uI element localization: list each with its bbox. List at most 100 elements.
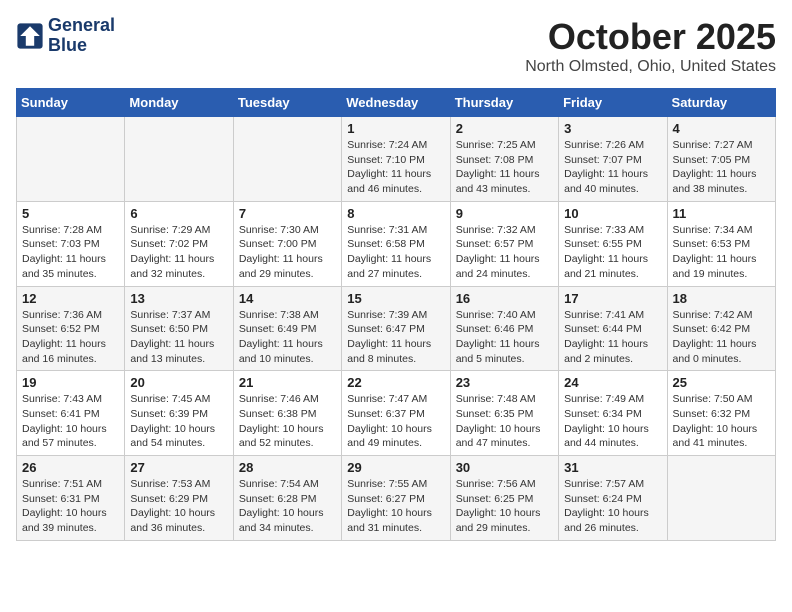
day-info: Sunrise: 7:28 AMSunset: 7:03 PMDaylight:… (22, 223, 119, 282)
day-info: Sunrise: 7:49 AMSunset: 6:34 PMDaylight:… (564, 392, 661, 451)
logo-icon (16, 22, 44, 50)
day-number: 31 (564, 460, 661, 475)
day-number: 11 (673, 206, 770, 221)
calendar-cell-5-7 (667, 456, 775, 541)
calendar-cell-3-2: 13 Sunrise: 7:37 AMSunset: 6:50 PMDayligh… (125, 286, 233, 371)
day-info: Sunrise: 7:42 AMSunset: 6:42 PMDaylight:… (673, 308, 770, 367)
day-info: Sunrise: 7:48 AMSunset: 6:35 PMDaylight:… (456, 392, 553, 451)
calendar-week-3: 12Sunrise: 7:36 AMSunset: 6:52 PMDayligh… (17, 286, 776, 371)
weekday-header-friday: Friday (559, 89, 667, 117)
weekday-header-row: SundayMondayTuesdayWednesdayThursdayFrid… (17, 89, 776, 117)
day-info: Sunrise: 7:46 AMSunset: 6:38 PMDaylight:… (239, 392, 336, 451)
day-info: Sunrise: 7:39 AMSunset: 6:47 PMDaylight:… (347, 308, 444, 367)
day-info: Sunrise: 7:33 AMSunset: 6:55 PMDaylight:… (564, 223, 661, 282)
day-number: 22 (347, 375, 444, 390)
day-info: Sunrise: 7:43 AMSunset: 6:41 PMDaylight:… (22, 392, 119, 451)
day-number: 6 (130, 206, 227, 221)
day-info: Sunrise: 7:53 AMSunset: 6:29 PMDaylight:… (130, 477, 227, 536)
day-info: Sunrise: 7:54 AMSunset: 6:28 PMDaylight:… (239, 477, 336, 536)
day-info: Sunrise: 7:26 AMSunset: 7:07 PMDaylight:… (564, 138, 661, 197)
calendar-cell-1-7: 4Sunrise: 7:27 AMSunset: 7:05 PMDaylight… (667, 117, 775, 202)
calendar-cell-3-7: 18 Sunrise: 7:42 AMSunset: 6:42 PMDayligh… (667, 286, 775, 371)
day-number: 28 (239, 460, 336, 475)
day-number: 19 (22, 375, 119, 390)
calendar-cell-5-6: 31 Sunrise: 7:57 AMSunset: 6:24 PMDayligh… (559, 456, 667, 541)
day-number: 23 (456, 375, 553, 390)
calendar-cell-3-1: 12Sunrise: 7:36 AMSunset: 6:52 PMDayligh… (17, 286, 125, 371)
day-info: Sunrise: 7:40 AMSunset: 6:46 PMDaylight:… (456, 308, 553, 367)
calendar-week-5: 26Sunrise: 7:51 AMSunset: 6:31 PMDayligh… (17, 456, 776, 541)
day-number: 10 (564, 206, 661, 221)
calendar-cell-3-5: 16Sunrise: 7:40 AMSunset: 6:46 PMDayligh… (450, 286, 558, 371)
day-info: Sunrise: 7:34 AMSunset: 6:53 PMDaylight:… (673, 223, 770, 282)
day-number: 25 (673, 375, 770, 390)
calendar-cell-1-3 (233, 117, 341, 202)
calendar-week-4: 19 Sunrise: 7:43 AMSunset: 6:41 PMDayligh… (17, 371, 776, 456)
logo: General Blue (16, 16, 115, 56)
weekday-header-thursday: Thursday (450, 89, 558, 117)
day-number: 27 (130, 460, 227, 475)
day-number: 18 (673, 291, 770, 306)
calendar-cell-3-4: 15 Sunrise: 7:39 AMSunset: 6:47 PMDayligh… (342, 286, 450, 371)
calendar-title: October 2025 (525, 16, 776, 58)
calendar-cell-4-4: 22 Sunrise: 7:47 AMSunset: 6:37 PMDayligh… (342, 371, 450, 456)
day-number: 21 (239, 375, 336, 390)
day-info: Sunrise: 7:55 AMSunset: 6:27 PMDaylight:… (347, 477, 444, 536)
day-number: 7 (239, 206, 336, 221)
calendar-cell-2-3: 7Sunrise: 7:30 AMSunset: 7:00 PMDaylight… (233, 201, 341, 286)
day-number: 9 (456, 206, 553, 221)
title-block: October 2025 North Olmsted, Ohio, United… (525, 16, 776, 76)
day-info: Sunrise: 7:32 AMSunset: 6:57 PMDaylight:… (456, 223, 553, 282)
calendar-cell-4-6: 24Sunrise: 7:49 AMSunset: 6:34 PMDayligh… (559, 371, 667, 456)
calendar-cell-5-5: 30Sunrise: 7:56 AMSunset: 6:25 PMDayligh… (450, 456, 558, 541)
day-info: Sunrise: 7:25 AMSunset: 7:08 PMDaylight:… (456, 138, 553, 197)
day-number: 2 (456, 121, 553, 136)
calendar-table: SundayMondayTuesdayWednesdayThursdayFrid… (16, 88, 776, 541)
weekday-header-tuesday: Tuesday (233, 89, 341, 117)
calendar-cell-2-4: 8 Sunrise: 7:31 AMSunset: 6:58 PMDaylight… (342, 201, 450, 286)
calendar-cell-1-5: 2 Sunrise: 7:25 AMSunset: 7:08 PMDaylight… (450, 117, 558, 202)
day-number: 3 (564, 121, 661, 136)
calendar-cell-2-2: 6 Sunrise: 7:29 AMSunset: 7:02 PMDaylight… (125, 201, 233, 286)
calendar-cell-4-3: 21 Sunrise: 7:46 AMSunset: 6:38 PMDayligh… (233, 371, 341, 456)
day-info: Sunrise: 7:47 AMSunset: 6:37 PMDaylight:… (347, 392, 444, 451)
day-info: Sunrise: 7:29 AMSunset: 7:02 PMDaylight:… (130, 223, 227, 282)
calendar-cell-5-3: 28 Sunrise: 7:54 AMSunset: 6:28 PMDayligh… (233, 456, 341, 541)
day-number: 8 (347, 206, 444, 221)
calendar-cell-4-2: 20 Sunrise: 7:45 AMSunset: 6:39 PMDayligh… (125, 371, 233, 456)
calendar-cell-5-4: 29Sunrise: 7:55 AMSunset: 6:27 PMDayligh… (342, 456, 450, 541)
weekday-header-saturday: Saturday (667, 89, 775, 117)
day-number: 30 (456, 460, 553, 475)
calendar-cell-5-1: 26Sunrise: 7:51 AMSunset: 6:31 PMDayligh… (17, 456, 125, 541)
calendar-cell-2-5: 9 Sunrise: 7:32 AMSunset: 6:57 PMDaylight… (450, 201, 558, 286)
day-info: Sunrise: 7:45 AMSunset: 6:39 PMDaylight:… (130, 392, 227, 451)
calendar-cell-2-6: 10 Sunrise: 7:33 AMSunset: 6:55 PMDayligh… (559, 201, 667, 286)
day-number: 15 (347, 291, 444, 306)
day-info: Sunrise: 7:50 AMSunset: 6:32 PMDaylight:… (673, 392, 770, 451)
day-info: Sunrise: 7:41 AMSunset: 6:44 PMDaylight:… (564, 308, 661, 367)
weekday-header-wednesday: Wednesday (342, 89, 450, 117)
day-number: 20 (130, 375, 227, 390)
day-info: Sunrise: 7:24 AMSunset: 7:10 PMDaylight:… (347, 138, 444, 197)
calendar-cell-4-7: 25 Sunrise: 7:50 AMSunset: 6:32 PMDayligh… (667, 371, 775, 456)
day-info: Sunrise: 7:31 AMSunset: 6:58 PMDaylight:… (347, 223, 444, 282)
day-number: 1 (347, 121, 444, 136)
day-info: Sunrise: 7:37 AMSunset: 6:50 PMDaylight:… (130, 308, 227, 367)
calendar-cell-2-7: 11 Sunrise: 7:34 AMSunset: 6:53 PMDayligh… (667, 201, 775, 286)
calendar-cell-3-3: 14Sunrise: 7:38 AMSunset: 6:49 PMDayligh… (233, 286, 341, 371)
day-number: 5 (22, 206, 119, 221)
day-info: Sunrise: 7:51 AMSunset: 6:31 PMDaylight:… (22, 477, 119, 536)
page-header: General Blue October 2025 North Olmsted,… (16, 16, 776, 76)
day-info: Sunrise: 7:38 AMSunset: 6:49 PMDaylight:… (239, 308, 336, 367)
day-number: 13 (130, 291, 227, 306)
calendar-cell-1-2 (125, 117, 233, 202)
weekday-header-sunday: Sunday (17, 89, 125, 117)
calendar-cell-4-1: 19 Sunrise: 7:43 AMSunset: 6:41 PMDayligh… (17, 371, 125, 456)
day-info: Sunrise: 7:57 AMSunset: 6:24 PMDaylight:… (564, 477, 661, 536)
day-number: 17 (564, 291, 661, 306)
day-info: Sunrise: 7:27 AMSunset: 7:05 PMDaylight:… (673, 138, 770, 197)
calendar-week-1: 1 Sunrise: 7:24 AMSunset: 7:10 PMDaylight… (17, 117, 776, 202)
calendar-cell-3-6: 17 Sunrise: 7:41 AMSunset: 6:44 PMDayligh… (559, 286, 667, 371)
calendar-week-2: 5 Sunrise: 7:28 AMSunset: 7:03 PMDaylight… (17, 201, 776, 286)
calendar-cell-2-1: 5 Sunrise: 7:28 AMSunset: 7:03 PMDaylight… (17, 201, 125, 286)
